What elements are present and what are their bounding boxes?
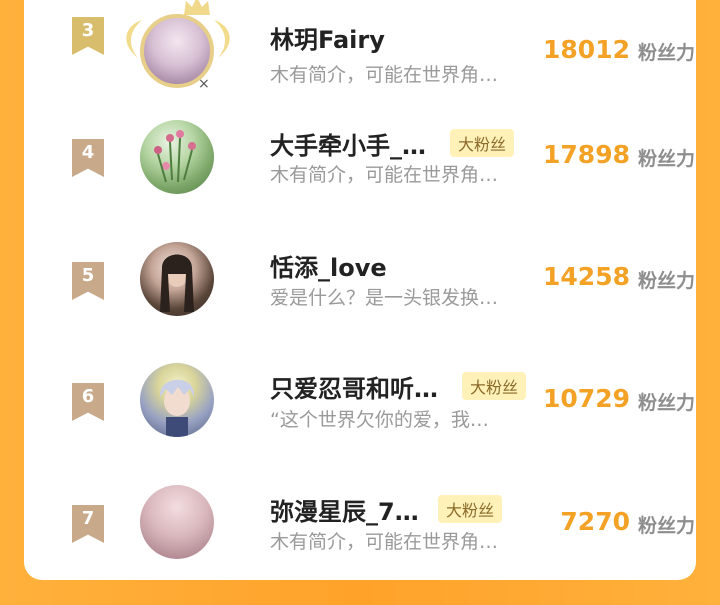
user-bio: 爱是什么？是一头银发换…: [270, 287, 499, 309]
leaderboard-row[interactable]: 7 弥漫星辰_7… 大粉丝 木有简介，可能在世界角… 7270 粉丝力: [48, 485, 720, 605]
big-fan-badge: 大粉丝: [462, 372, 527, 400]
user-bio: 木有简介，可能在世界角…: [270, 64, 499, 86]
user-bio: “这个世界欠你的爱，我…: [270, 409, 489, 431]
fan-score: 18012: [543, 35, 630, 64]
leaderboard-panel: 3 × 林玥Fairy 木有简介，可能在世界角… 18012 粉丝力 4 大手牵…: [24, 0, 696, 580]
user-name[interactable]: 弥漫星辰_7…: [270, 492, 419, 527]
leaderboard-row[interactable]: 4 大手牵小手_… 大粉丝 木有简介，可能在世界角… 17898 粉丝力: [48, 120, 720, 240]
portrait-illustration-icon: [160, 254, 194, 312]
user-name[interactable]: 大手牵小手_…: [270, 126, 426, 161]
leaderboard-row[interactable]: 3 × 林玥Fairy 木有简介，可能在世界角… 18012 粉丝力: [48, 0, 720, 120]
fan-score: 10729: [543, 384, 630, 413]
avatar-pink-icon[interactable]: [140, 485, 214, 559]
score-unit: 粉丝力: [638, 392, 696, 414]
user-bio: 木有简介，可能在世界角…: [270, 164, 499, 186]
rank-badge: 5: [72, 262, 104, 300]
score-unit: 粉丝力: [638, 42, 696, 64]
user-name[interactable]: 林玥Fairy: [270, 20, 385, 55]
score-unit: 粉丝力: [638, 270, 696, 292]
close-mark-icon: ×: [198, 76, 210, 92]
score-unit: 粉丝力: [638, 515, 696, 537]
flowers-illustration-icon: [154, 130, 196, 183]
big-fan-badge: 大粉丝: [450, 129, 515, 157]
avatar-girl-photo-icon[interactable]: [140, 242, 214, 316]
avatar-flowers-icon[interactable]: [140, 120, 214, 194]
fan-score: 17898: [543, 140, 630, 169]
user-name[interactable]: 恬添_love: [270, 248, 387, 283]
fan-score: 7270: [560, 507, 630, 536]
big-fan-badge: 大粉丝: [438, 495, 503, 523]
anime-boy-illustration-icon: [159, 379, 195, 437]
leaderboard-row[interactable]: 5 恬添_love 爱是什么？是一头银发换… 14258 粉丝力: [48, 242, 720, 362]
score-unit: 粉丝力: [638, 148, 696, 170]
user-name[interactable]: 只爱忍哥和听…: [270, 369, 438, 404]
user-bio: 木有简介，可能在世界角…: [270, 531, 499, 553]
avatar-anime-boy-icon[interactable]: [140, 363, 214, 437]
rank-badge: 7: [72, 505, 104, 543]
laurel-right-icon: [214, 20, 230, 58]
rank-badge: 4: [72, 139, 104, 177]
leaderboard-row[interactable]: 6 只爱忍哥和听… 大粉丝 “这个世界欠你的爱，我… 10729 粉丝力: [48, 363, 720, 483]
fan-score: 14258: [543, 262, 630, 291]
rank-badge: 3: [72, 17, 104, 55]
rank-badge: 6: [72, 383, 104, 421]
